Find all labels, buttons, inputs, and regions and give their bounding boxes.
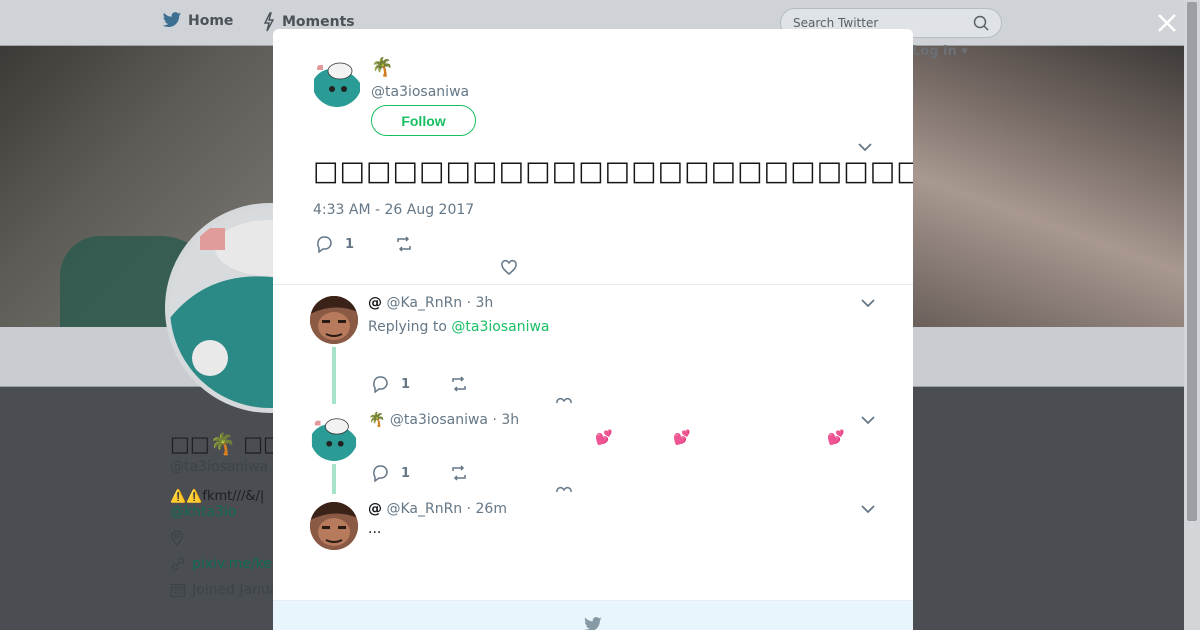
nav-home-label: Home	[188, 12, 234, 29]
search-icon[interactable]	[973, 15, 989, 31]
reply-time[interactable]: · 3h	[492, 412, 519, 428]
reply-time[interactable]: · 3h	[467, 295, 494, 311]
profile-bio-mention[interactable]: @khta3io	[170, 504, 290, 520]
reply-tweet[interactable]: @ @Ka_RnRn · 26m ... 1	[273, 491, 913, 630]
thread-line	[332, 464, 336, 494]
reply-count: 1	[401, 465, 411, 481]
modal-footer	[273, 600, 913, 630]
reply-author-name[interactable]: @	[368, 501, 382, 517]
reply-icon[interactable]	[371, 375, 389, 393]
tweet-text: □□□□□□□□□□□□□□□□□□□□□□□□□	[313, 156, 913, 187]
profile-handle: @ta3iosaniwa	[170, 459, 269, 475]
nav-home[interactable]: Home	[162, 12, 233, 29]
avatar[interactable]	[310, 502, 358, 550]
profile-info: □□🌴 □□□ @ta3iosaniwa ⚠️⚠️fkmt///&/| @kht…	[170, 432, 290, 598]
twitter-bird-icon	[162, 12, 182, 27]
reply-time[interactable]: · 26m	[467, 501, 507, 517]
avatar[interactable]	[312, 57, 362, 107]
tweet-modal: 🌴 @ta3iosaniwa Follow □□□□□□□□□□□□□□□□□□…	[273, 29, 913, 630]
reply-header: @ @Ka_RnRn · 26m	[368, 501, 507, 517]
reply-action[interactable]: 1	[371, 375, 410, 393]
retweet-icon[interactable]	[395, 235, 413, 253]
reply-header: 🌴 @ta3iosaniwa · 3h	[368, 412, 519, 428]
avatar[interactable]	[310, 296, 358, 344]
profile-location	[170, 530, 290, 546]
replying-to: Replying to @ta3iosaniwa	[368, 319, 550, 335]
reply-icon[interactable]	[371, 464, 389, 482]
reply-author-handle[interactable]: @Ka_RnRn	[386, 295, 462, 311]
heart-emoji: 💕	[827, 430, 845, 446]
twitter-bird-icon	[584, 617, 602, 630]
nav-moments-label: Moments	[282, 14, 355, 30]
link-icon	[171, 557, 185, 571]
reply-author-name[interactable]: @	[368, 295, 382, 311]
reply-text: ...	[368, 521, 382, 537]
profile-bio: ⚠️⚠️fkmt///&/|	[170, 489, 265, 504]
follow-button[interactable]: Follow	[371, 105, 476, 136]
reply-action[interactable]: 1	[315, 235, 354, 253]
location-icon	[171, 530, 183, 546]
reply-tweet[interactable]: @ @Ka_RnRn · 3h Replying to @ta3iosaniwa…	[273, 285, 913, 404]
reply-action[interactable]: 1	[371, 464, 410, 482]
replying-to-mention[interactable]: @ta3iosaniwa	[451, 319, 549, 335]
profile-joined-text: Joined Janua	[192, 582, 279, 598]
reply-author-handle[interactable]: @Ka_RnRn	[386, 501, 462, 517]
heart-emoji: 💕	[673, 430, 691, 446]
reply-count: 1	[401, 376, 411, 392]
reply-author-handle[interactable]: @ta3iosaniwa	[390, 412, 488, 428]
replying-to-prefix: Replying to	[368, 319, 447, 335]
chevron-down-icon[interactable]	[857, 139, 873, 155]
page-scrollbar[interactable]	[1184, 0, 1200, 630]
chevron-down-icon[interactable]	[860, 412, 876, 428]
tweet-author-name[interactable]: 🌴	[371, 57, 393, 78]
tweet-timestamp[interactable]: 4:33 AM - 26 Aug 2017	[313, 202, 474, 218]
close-modal-button[interactable]	[1155, 12, 1179, 36]
profile-joined: Joined Janua	[170, 582, 290, 598]
reply-tweet[interactable]: 🌴 @ta3iosaniwa · 3h 💕 💕 💕 1	[273, 402, 913, 494]
chevron-down-icon[interactable]	[860, 501, 876, 517]
profile-website-link[interactable]: pixiv.me/ke	[192, 556, 272, 572]
reply-header: @ @Ka_RnRn · 3h	[368, 295, 493, 311]
profile-name: □□🌴 □□□	[170, 432, 290, 456]
retweet-icon[interactable]	[450, 375, 468, 393]
chevron-down-icon[interactable]	[860, 295, 876, 311]
thread-line	[332, 347, 336, 404]
main-tweet: 🌴 @ta3iosaniwa Follow □□□□□□□□□□□□□□□□□□…	[273, 29, 913, 285]
profile-website: pixiv.me/ke	[170, 556, 290, 572]
login-link[interactable]: Log in ▾	[912, 44, 968, 59]
calendar-icon	[170, 583, 186, 598]
close-icon[interactable]	[1156, 12, 1178, 34]
reply-author-name[interactable]: 🌴	[368, 412, 385, 428]
heart-emoji: 💕	[595, 430, 613, 446]
retweet-icon[interactable]	[450, 464, 468, 482]
like-icon[interactable]	[500, 259, 518, 277]
reply-icon[interactable]	[315, 235, 333, 253]
reply-count: 1	[345, 236, 355, 252]
search-placeholder: Search Twitter	[793, 16, 879, 30]
tweet-author-handle[interactable]: @ta3iosaniwa	[371, 84, 469, 100]
scrollbar-thumb[interactable]	[1187, 2, 1197, 521]
avatar[interactable]	[310, 413, 358, 461]
